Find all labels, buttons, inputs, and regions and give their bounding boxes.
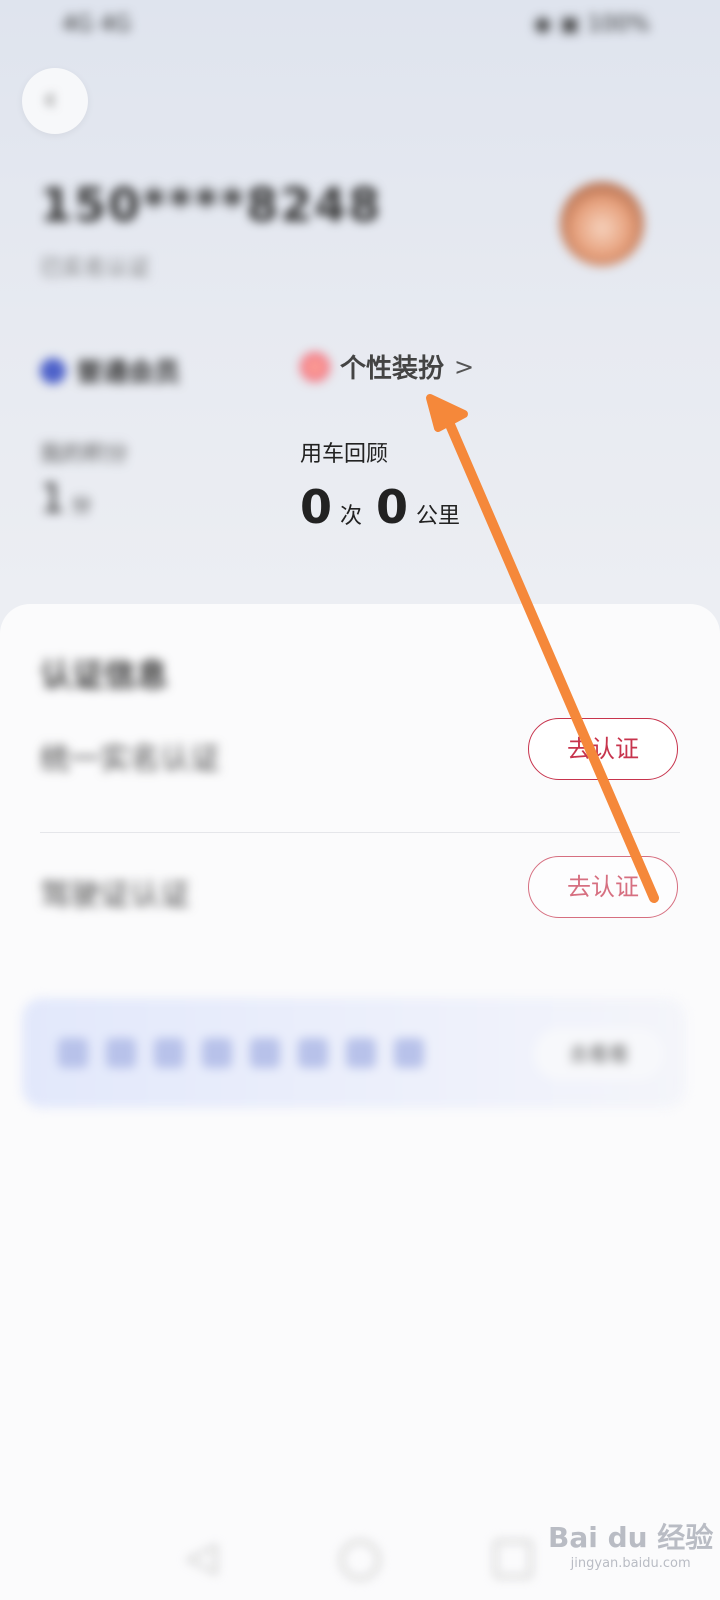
member-label: 普通会员 [76,358,181,388]
ride-count-unit: 次 [340,504,363,529]
personal-dressup-entry[interactable]: 个性装扮 > [300,348,474,385]
verify-button[interactable]: 去认证 [528,856,678,918]
chevron-right-icon: > [454,352,475,381]
watermark: Bai du 经验 jingyan.baidu.com [548,1516,713,1571]
cert-row-realname[interactable]: 统一实名认证 去认证 [0,690,720,810]
points-value: 1分 [40,476,92,522]
cert-row-license[interactable]: 驾驶证认证 去认证 [0,828,720,948]
avatar[interactable] [560,182,644,266]
member-badge-icon [40,357,66,384]
status-right: ◉ ▣ 100% [533,12,650,37]
banner-button[interactable]: 去看看 [534,1028,664,1080]
cert-row-label: 统一实名认证 [40,742,220,777]
nav-home-icon[interactable] [340,1540,380,1580]
points-label: 我的积分 [40,442,129,467]
nav-recent-icon[interactable] [494,1540,532,1578]
chevron-left-icon: ‹ [44,82,56,117]
ride-review[interactable]: 用车回顾 0 次 0 公里 [300,436,474,534]
dressup-icon [300,351,330,382]
ride-distance-unit: 公里 [416,504,461,529]
watermark-logo: Bai du 经验 [548,1521,714,1554]
cert-row-label: 驾驶证认证 [40,878,190,913]
watermark-url: jingyan.baidu.com [570,1556,691,1571]
member-level[interactable]: 普通会员 [40,352,180,389]
ride-distance: 0 [376,480,409,534]
account-phone[interactable]: 150****8248 [40,178,382,232]
verify-button[interactable]: 去认证 [528,718,678,780]
back-button[interactable]: ‹ [22,68,88,134]
status-bar: 4G 4G ◉ ▣ 100% [0,0,720,50]
banner-icons [58,1038,424,1068]
dressup-label: 个性装扮 [340,354,445,384]
points-stat[interactable]: 我的积分 1分 [40,436,128,522]
ride-count: 0 [300,480,333,534]
promo-banner[interactable]: 去看看 [22,998,686,1108]
ride-review-label: 用车回顾 [300,442,389,467]
account-subtitle: 已实名认证 [40,256,151,281]
nav-back-icon[interactable]: ◁ [186,1534,217,1580]
status-left: 4G 4G [62,12,132,37]
